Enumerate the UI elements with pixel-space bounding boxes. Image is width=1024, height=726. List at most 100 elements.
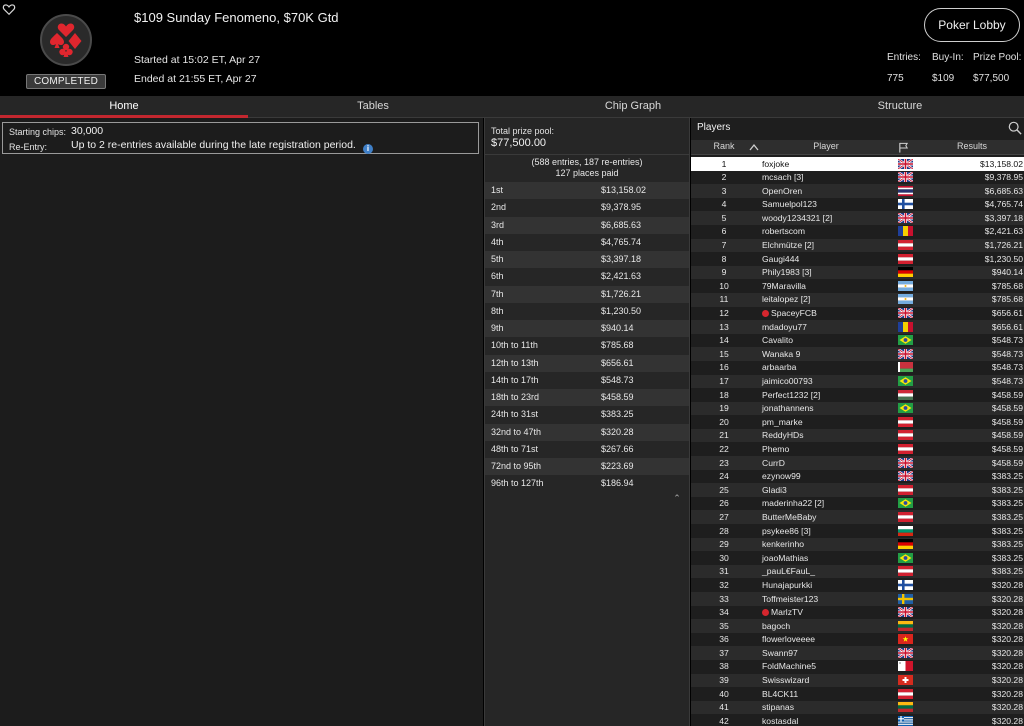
player-row[interactable]: 15 Wanaka 9 $548.73 (691, 347, 1024, 361)
country-flag-br-icon (898, 335, 913, 346)
payout-row: 48th to 71st $267.66 (485, 440, 689, 458)
player-row[interactable]: 11 leitalopez [2] $785.68 (691, 292, 1024, 307)
player-row[interactable]: 13 mdadoyu77 $656.61 (691, 320, 1024, 334)
player-row[interactable]: 41 stipanas $320.28 (691, 700, 1024, 715)
poker-lobby-button[interactable]: Poker Lobby (924, 8, 1020, 42)
player-name-cell: ezynow99 (762, 471, 801, 481)
country-flag-hu-icon (898, 389, 913, 400)
country-flag-ar-icon (898, 280, 913, 291)
player-row[interactable]: 25 Gladi3 $383.25 (691, 483, 1024, 497)
country-flag-de-icon (898, 539, 913, 550)
player-row[interactable]: 22 Phemo $458.59 (691, 442, 1024, 457)
player-result: $320.28 (991, 647, 1023, 658)
tournament-logo: COMPLETED (26, 12, 106, 92)
player-name-cell: foxjoke (762, 159, 789, 169)
sort-ascending-icon[interactable] (749, 143, 759, 152)
tournament-title: $109 Sunday Fenomeno, $70K Gtd (134, 10, 339, 25)
player-name: ButterMeBaby (762, 511, 817, 522)
player-row[interactable]: 7 Elchmütze [2] $1,726.21 (691, 238, 1024, 253)
player-row[interactable]: 9 Phily1983 [3] $940.14 (691, 265, 1024, 280)
player-row[interactable]: 33 Toffmeister123 $320.28 (691, 592, 1024, 606)
payout-row: 10th to 11th $785.68 (485, 337, 689, 355)
results-column-header[interactable]: Results (923, 141, 1021, 155)
player-row[interactable]: 26 maderinha22 [2] $383.25 (691, 496, 1024, 511)
payout-amount: $3,397.18 (601, 254, 642, 264)
buyin-label: Buy-In: (932, 52, 964, 63)
player-rank: 23 (719, 457, 729, 468)
player-rank: 6 (721, 226, 727, 237)
player-name: Perfect1232 [2] (762, 389, 821, 400)
player-row[interactable]: 18 Perfect1232 [2] $458.59 (691, 388, 1024, 402)
player-name: Elchmütze [2] (762, 240, 815, 251)
player-name-cell: mcsach [3] (762, 172, 804, 182)
payout-place: 6th (491, 271, 504, 282)
flag-icon[interactable] (898, 142, 909, 153)
player-row[interactable]: 32 Hunajapurkki $320.28 (691, 578, 1024, 592)
search-icon[interactable] (1008, 121, 1022, 135)
tab-home[interactable]: Home (0, 96, 248, 118)
player-rank: 9 (721, 267, 727, 278)
player-row[interactable]: 39 Swisswizard $320.28 (691, 673, 1024, 688)
tab-structure[interactable]: Structure (768, 96, 1024, 118)
heart-icon[interactable] (2, 2, 16, 16)
player-rank: 4 (721, 199, 727, 210)
status-badge: COMPLETED (26, 74, 106, 89)
player-row[interactable]: 6 robertscom $2,421.63 (691, 224, 1024, 239)
player-result: $458.59 (991, 403, 1023, 414)
player-row[interactable]: 34 MarlzTV $320.28 (691, 605, 1024, 620)
player-row[interactable]: 42 kostasdal $320.28 (691, 714, 1024, 726)
player-name-cell: Elchmütze [2] (762, 240, 814, 250)
end-time: Ended at 21:55 ET, Apr 27 (134, 73, 257, 85)
player-row[interactable]: 35 bagoch $320.28 (691, 619, 1024, 633)
tab-chip-graph[interactable]: Chip Graph (498, 96, 768, 118)
player-row[interactable]: 17 jaimico00793 $548.73 (691, 374, 1024, 389)
player-row[interactable]: 20 pm_marke $458.59 (691, 415, 1024, 429)
player-rank: 20 (719, 416, 729, 427)
player-row[interactable]: 2 mcsach [3] $9,378.95 (691, 170, 1024, 185)
player-row[interactable]: 4 Samuelpol123 $4,765.74 (691, 197, 1024, 212)
player-row[interactable]: 27 ButterMeBaby $383.25 (691, 510, 1024, 525)
player-name: robertscom (762, 226, 805, 237)
info-icon[interactable]: i (363, 144, 373, 154)
player-row[interactable]: 1 foxjoke $13,158.02 (691, 157, 1024, 171)
player-row[interactable]: 38 FoldMachine5 $320.28 (691, 659, 1024, 674)
player-result: $548.73 (991, 335, 1023, 346)
player-name: MarlzTV (771, 607, 803, 618)
player-row[interactable]: 28 psykee86 [3] $383.25 (691, 524, 1024, 538)
player-row[interactable]: 40 BL4CK11 $320.28 (691, 687, 1024, 701)
player-name-cell: OpenOren (762, 186, 802, 196)
player-row[interactable]: 21 ReddyHDs $458.59 (691, 428, 1024, 443)
player-row[interactable]: 30 joaoMathias $383.25 (691, 551, 1024, 565)
player-row[interactable]: 36 flowerloveeee $320.28 (691, 632, 1024, 647)
player-row[interactable]: 5 woody1234321 [2] $3,397.18 (691, 211, 1024, 225)
player-row[interactable]: 12 SpaceyFCB $656.61 (691, 306, 1024, 321)
player-result: $548.73 (991, 362, 1023, 373)
player-name-cell: psykee86 [3] (762, 526, 811, 536)
home-info-panel: Starting chips: 30,000 Re-Entry: Up to 2… (0, 118, 483, 726)
rank-column-header[interactable]: Rank (691, 141, 757, 155)
player-rank: 13 (719, 321, 729, 332)
player-row[interactable]: 14 Cavalito $548.73 (691, 333, 1024, 348)
player-row[interactable]: 29 kenkerinho $383.25 (691, 537, 1024, 552)
player-row[interactable]: 31 _pauL€FauL_ $383.25 (691, 564, 1024, 579)
player-row[interactable]: 37 Swann97 $320.28 (691, 646, 1024, 660)
country-flag-de-icon (898, 267, 913, 278)
player-row[interactable]: 8 Gaugi444 $1,230.50 (691, 252, 1024, 266)
payout-row: 3rd $6,685.63 (485, 216, 689, 234)
player-row[interactable]: 10 79Maravilla $785.68 (691, 279, 1024, 293)
player-column-header[interactable]: Player (771, 141, 881, 155)
player-row[interactable]: 23 CurrD $458.59 (691, 456, 1024, 470)
tab-tables[interactable]: Tables (248, 96, 498, 118)
chevron-up-icon[interactable]: ⌃ (671, 493, 683, 503)
player-name-cell: 79Maravilla (762, 281, 806, 291)
payout-row: 1st $13,158.02 (485, 182, 689, 200)
player-name-cell: Perfect1232 [2] (762, 390, 820, 400)
player-row[interactable]: 19 jonathannens $458.59 (691, 401, 1024, 416)
player-row[interactable]: 24 ezynow99 $383.25 (691, 469, 1024, 484)
player-result: $383.25 (991, 471, 1023, 482)
player-result: $320.28 (991, 688, 1023, 699)
player-row[interactable]: 3 OpenOren $6,685.63 (691, 184, 1024, 198)
player-result: $320.28 (991, 661, 1023, 672)
payout-place: 24th to 31st (491, 409, 539, 420)
player-row[interactable]: 16 arbaarba $548.73 (691, 360, 1024, 375)
